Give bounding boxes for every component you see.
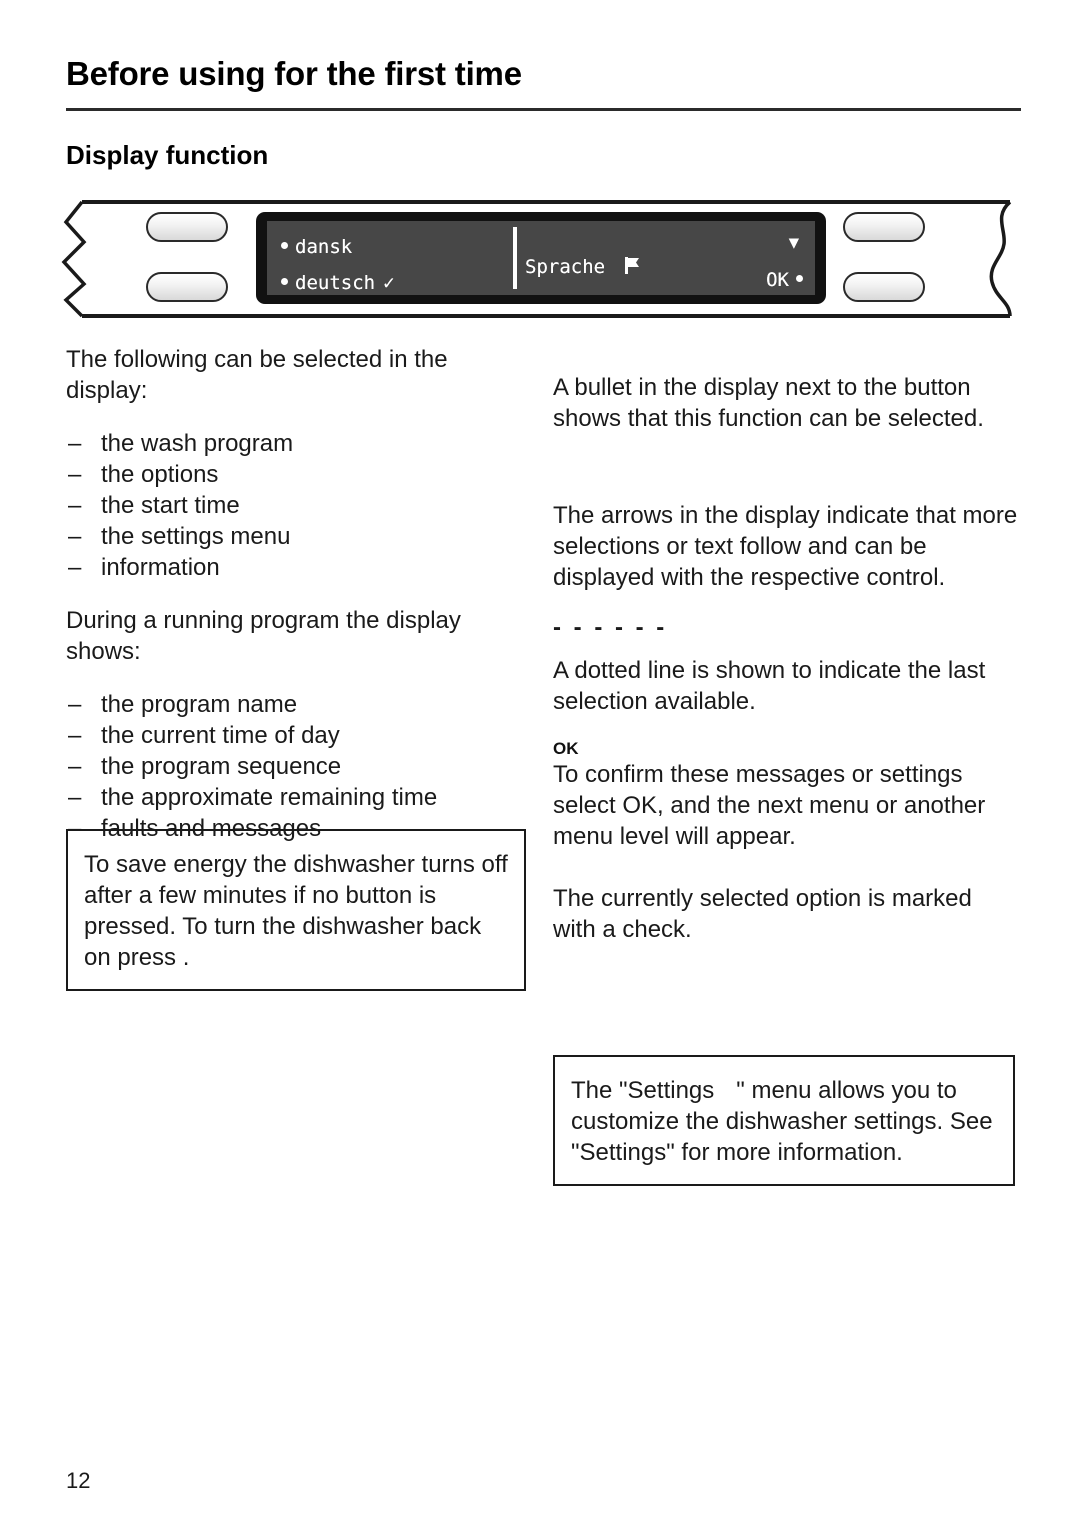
list-item: the approximate remaining time: [66, 782, 531, 813]
lcd-ok-indicator: OK: [766, 271, 803, 290]
ok-explanation-paragraph: To confirm these messages or settings se…: [553, 761, 986, 850]
bullet-icon: [796, 275, 803, 282]
right-text-column: A bullet in the display next to the butt…: [553, 372, 1018, 945]
list-item: information: [66, 552, 531, 583]
running-program-paragraph: During a running program the display sho…: [66, 607, 461, 665]
header-divider: [66, 108, 1021, 111]
dotted-line-explanation-paragraph: A dotted line is shown to indicate the l…: [553, 657, 986, 715]
dashed-line-marker: - - - - - -: [553, 614, 668, 641]
settings-note-line2: customize the dishwasher settings.: [571, 1108, 944, 1135]
panel-button-bottom-right[interactable]: [843, 272, 925, 302]
settings-note-post: " menu allows you to: [736, 1077, 957, 1104]
list-item: the options: [66, 459, 531, 490]
section-title: Display function: [66, 140, 269, 170]
list-item: the program name: [66, 689, 531, 720]
list-item: the current time of day: [66, 720, 531, 751]
arrows-explanation-paragraph: The arrows in the display indicate that …: [553, 502, 1018, 591]
running-display-list: the program name the current time of day…: [66, 689, 531, 844]
list-item: the wash program: [66, 428, 531, 459]
list-item: the program sequence: [66, 751, 531, 782]
check-icon: ✓: [383, 272, 395, 294]
panel-button-top-left[interactable]: [146, 212, 228, 242]
lcd-down-arrow-icon: ▼: [788, 233, 799, 253]
list-item: the start time: [66, 490, 531, 521]
panel-button-bottom-left[interactable]: [146, 272, 228, 302]
left-text-column: The following can be selected in the dis…: [66, 344, 531, 844]
intro-paragraph: The following can be selected in the dis…: [66, 346, 448, 404]
chapter-title: Before using for the first time: [66, 55, 522, 92]
settings-menu-note-box: The "Settings " menu allows you to custom…: [553, 1055, 1015, 1186]
flag-icon: [624, 257, 640, 278]
selectable-items-list: the wash program the options the start t…: [66, 428, 531, 583]
bullet-explanation-paragraph: A bullet in the display next to the butt…: [553, 374, 984, 432]
lcd-column-divider: [513, 227, 517, 289]
page-number: 12: [66, 1468, 91, 1493]
lcd-option-deutsch: deutsch ✓: [281, 274, 395, 293]
settings-menu-note-text: The "Settings " menu allows you to custom…: [571, 1075, 997, 1168]
settings-note-pre: The "Settings: [571, 1077, 715, 1104]
lcd-menu-label: Sprache: [525, 256, 640, 277]
panel-button-top-right[interactable]: [843, 212, 925, 242]
bullet-icon: [281, 242, 288, 249]
document-page: Before using for the first time Display …: [0, 0, 1080, 1529]
check-explanation-paragraph: The currently selected option is marked …: [553, 885, 972, 943]
ok-label: OK: [553, 739, 579, 758]
lcd-option-dansk: dansk: [281, 238, 352, 257]
energy-save-note-text: To save energy the dishwasher turns off …: [84, 851, 508, 971]
bullet-icon: [281, 278, 288, 285]
energy-save-note-box: To save energy the dishwasher turns off …: [66, 829, 526, 991]
lcd-screen: dansk deutsch ✓ Sprache ▼ OK: [267, 221, 815, 295]
lcd-display: dansk deutsch ✓ Sprache ▼ OK: [256, 212, 826, 304]
list-item: the settings menu: [66, 521, 531, 552]
